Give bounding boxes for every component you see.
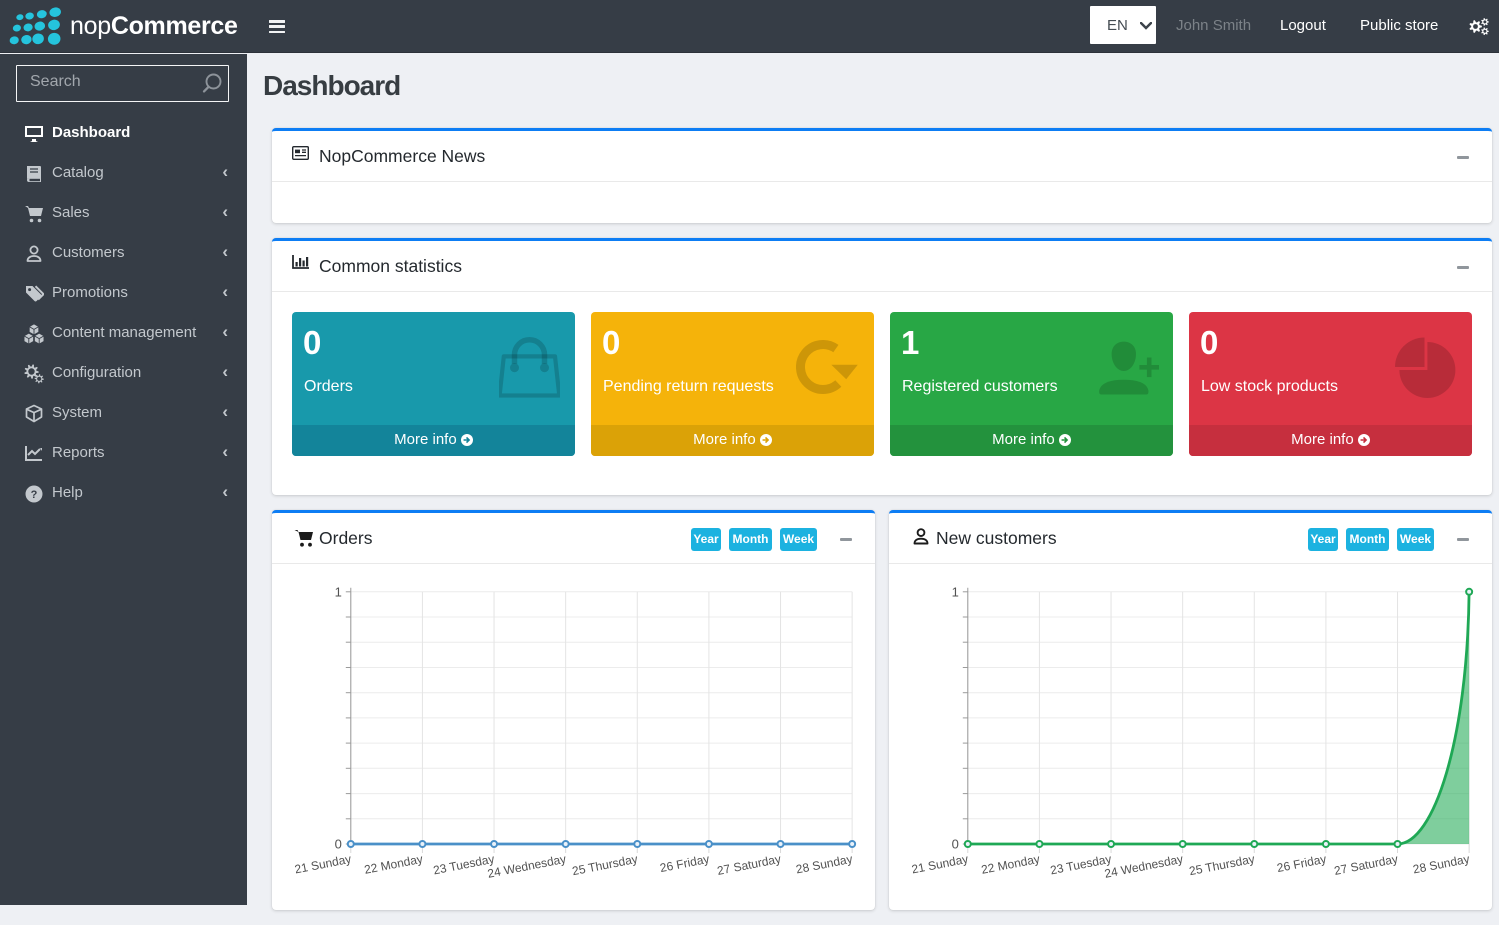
svg-text:26 Friday: 26 Friday [1276,852,1328,875]
svg-text:0: 0 [335,837,342,852]
svg-text:21 Sunday: 21 Sunday [910,852,969,877]
svg-text:?: ? [31,489,38,501]
svg-text:27 Saturday: 27 Saturday [1333,852,1399,878]
svg-text:23 Tuesday: 23 Tuesday [432,852,496,878]
svg-text:25 Thursday: 25 Thursday [571,852,639,878]
svg-text:28 Sunday: 28 Sunday [1412,852,1471,877]
svg-text:28 Sunday: 28 Sunday [795,852,854,877]
svg-text:1: 1 [952,584,959,599]
svg-text:23 Tuesday: 23 Tuesday [1049,852,1113,878]
svg-text:22 Monday: 22 Monday [363,852,424,877]
svg-text:27 Saturday: 27 Saturday [716,852,782,878]
svg-text:25 Thursday: 25 Thursday [1188,852,1256,878]
svg-text:22 Monday: 22 Monday [980,852,1041,877]
svg-text:26 Friday: 26 Friday [659,852,711,875]
svg-text:21 Sunday: 21 Sunday [293,852,352,877]
svg-text:0: 0 [952,837,959,852]
svg-text:24 Wednesday: 24 Wednesday [486,852,567,881]
svg-text:24 Wednesday: 24 Wednesday [1103,852,1184,881]
svg-text:1: 1 [335,584,342,599]
